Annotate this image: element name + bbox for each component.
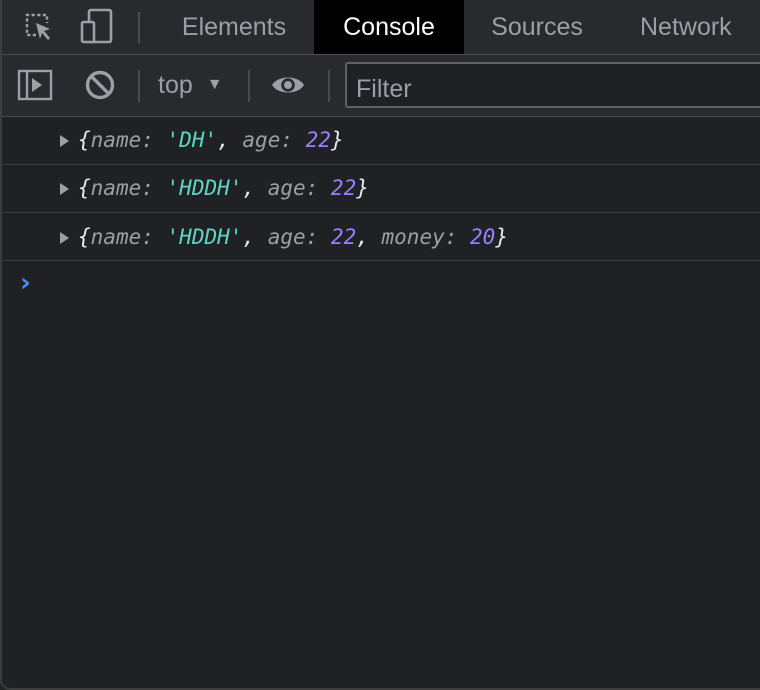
object-preview[interactable]: {name: 'HDDH', age: 22} — [78, 176, 369, 200]
property-key: name — [90, 225, 142, 249]
tab-network[interactable]: Network — [612, 0, 760, 54]
comma: , — [242, 176, 268, 200]
string-value: 'HDDH' — [166, 225, 243, 249]
devtools-window: Elements Console Sources Network top ▼ F… — [0, 0, 760, 690]
toolbar-divider — [138, 70, 140, 102]
brace: } — [356, 176, 369, 200]
property-key: money — [381, 225, 445, 249]
show-sidebar-icon[interactable] — [17, 67, 53, 103]
property-key: age — [267, 176, 306, 200]
brace: { — [78, 176, 91, 200]
brace: } — [330, 128, 344, 152]
console-message: {name: 'HDDH', age: 22, money: 20} — [2, 213, 760, 261]
object-preview[interactable]: {name: 'HDDH', age: 22, money: 20} — [78, 225, 508, 249]
colon: : — [141, 128, 167, 152]
number-value: 22 — [330, 225, 357, 249]
caret-down-icon: ▼ — [206, 76, 223, 93]
filter-input[interactable] — [345, 62, 760, 108]
number-value: 20 — [470, 225, 496, 249]
colon: : — [444, 225, 471, 249]
live-expression-icon[interactable] — [270, 67, 306, 103]
expand-triangle-icon[interactable] — [60, 183, 69, 195]
console-message: {name: 'HDDH', age: 22} — [2, 165, 760, 213]
context-label: top — [158, 70, 193, 99]
comma: , — [242, 225, 268, 249]
number-value: 22 — [305, 128, 331, 152]
inspect-element-icon[interactable] — [20, 8, 56, 44]
tab-elements[interactable]: Elements — [162, 0, 306, 54]
device-toolbar-icon[interactable] — [79, 8, 115, 44]
comma: , — [217, 128, 243, 152]
string-value: 'HDDH' — [166, 176, 243, 200]
colon: : — [141, 176, 167, 200]
brace: { — [78, 128, 91, 152]
tab-sources[interactable]: Sources — [472, 0, 602, 54]
number-value: 22 — [330, 176, 357, 200]
console-prompt[interactable]: › — [20, 268, 31, 298]
brace: } — [495, 225, 508, 249]
object-preview[interactable]: {name: 'DH', age: 22} — [78, 128, 344, 152]
string-value: 'DH' — [166, 128, 218, 152]
brace: { — [78, 225, 91, 249]
comma: , — [356, 225, 382, 249]
colon: : — [305, 176, 331, 200]
clear-console-icon[interactable] — [82, 67, 118, 103]
colon: : — [305, 225, 331, 249]
console-message: {name: 'DH', age: 22} — [2, 117, 760, 165]
console-toolbar: top ▼ — [2, 55, 760, 117]
property-key: name — [90, 128, 142, 152]
colon: : — [141, 225, 167, 249]
property-key: age — [267, 225, 306, 249]
toolbar-divider — [138, 12, 140, 43]
colon: : — [280, 128, 306, 152]
context-selector[interactable]: top ▼ — [158, 70, 223, 100]
toolbar-divider — [248, 70, 250, 102]
property-key: name — [90, 176, 142, 200]
expand-triangle-icon[interactable] — [60, 135, 69, 147]
property-key: age — [242, 128, 281, 152]
toolbar-divider — [328, 70, 330, 102]
expand-triangle-icon[interactable] — [60, 232, 69, 244]
devtools-tab-bar: Elements Console Sources Network — [2, 0, 760, 55]
tab-console[interactable]: Console — [314, 0, 464, 54]
